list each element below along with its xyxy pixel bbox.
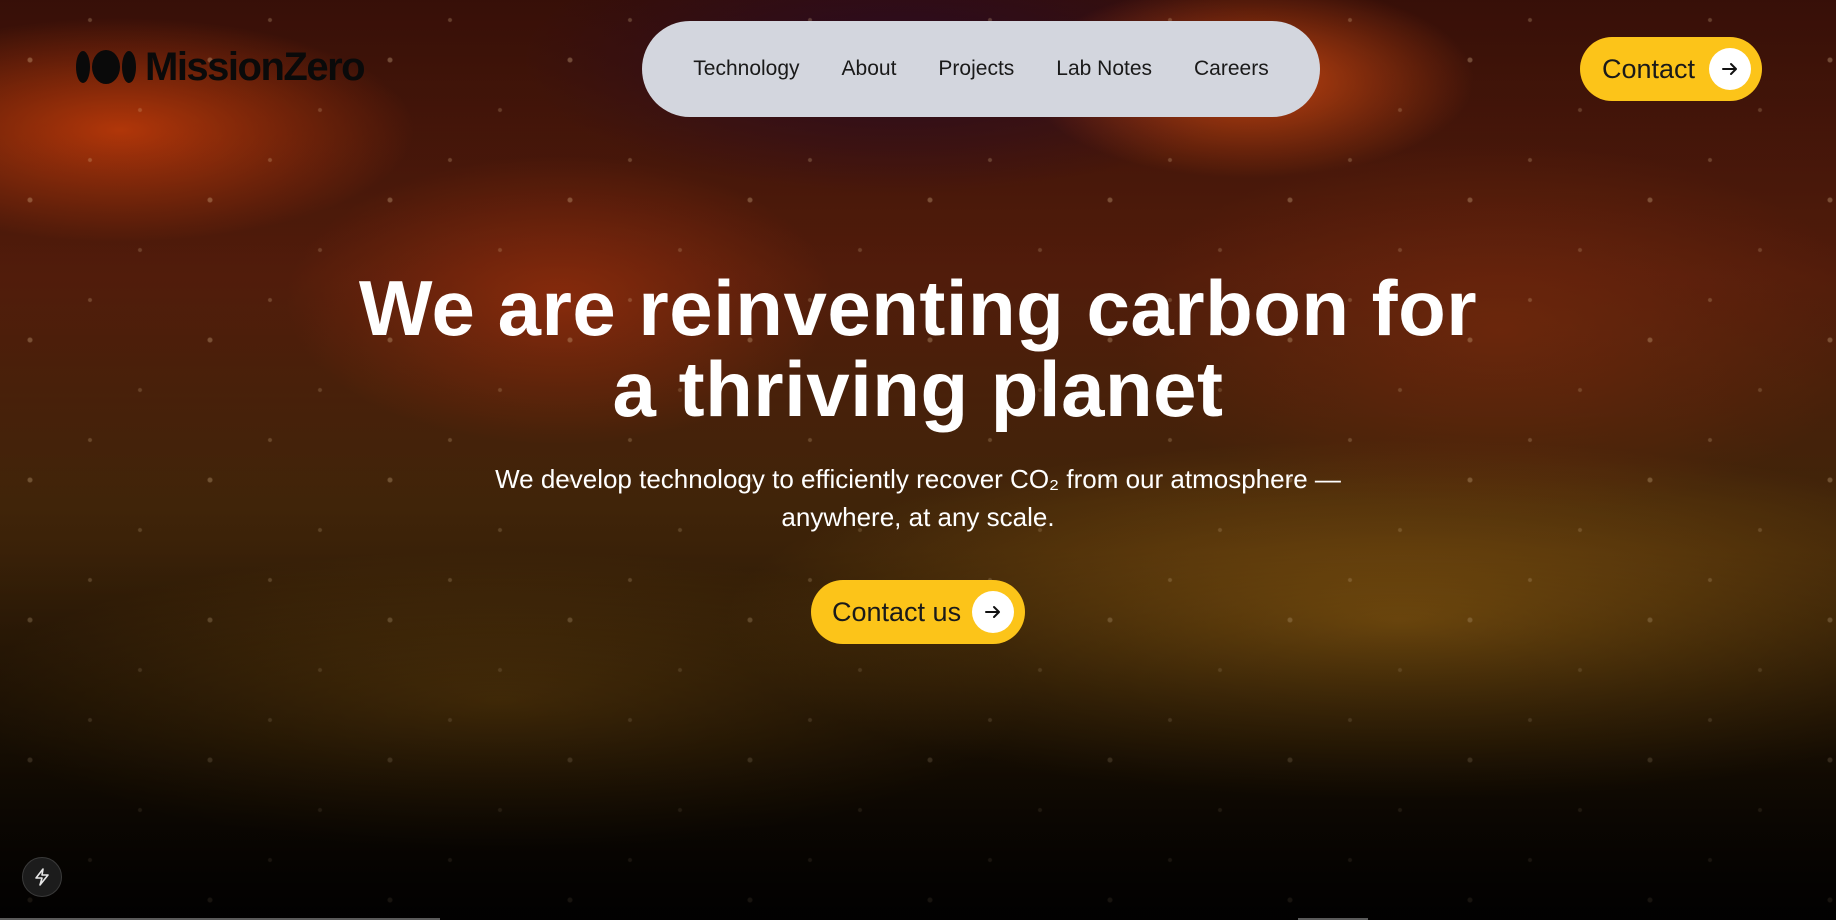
- header-contact-button[interactable]: Contact: [1580, 37, 1763, 101]
- nav-item-careers[interactable]: Careers: [1173, 57, 1290, 81]
- page: MissionZero Technology About Projects La…: [0, 0, 1836, 920]
- hero-subtitle: We develop technology to efficiently rec…: [468, 460, 1368, 536]
- arrow-right-icon: [1709, 48, 1752, 90]
- header-contact-label: Contact: [1602, 53, 1696, 84]
- hero-subtitle-line-1: We develop technology to efficiently rec…: [495, 464, 1341, 494]
- arrow-right-icon: [972, 591, 1014, 633]
- nav-item-projects[interactable]: Projects: [917, 57, 1035, 81]
- nav-item-lab-notes[interactable]: Lab Notes: [1035, 57, 1173, 81]
- brand-logo[interactable]: MissionZero: [75, 45, 366, 89]
- main-nav: Technology About Projects Lab Notes Care…: [642, 21, 1320, 117]
- hero-contact-us-button[interactable]: Contact us: [811, 580, 1025, 644]
- hero-contact-us-label: Contact us: [832, 596, 962, 627]
- nav-item-technology[interactable]: Technology: [672, 57, 820, 81]
- nav-item-about[interactable]: About: [821, 57, 918, 81]
- lightning-bolt-icon: [35, 868, 49, 886]
- hero-section: We are reinventing carbon for a thriving…: [0, 268, 1836, 644]
- hero-title-line-2: a thriving planet: [612, 345, 1224, 433]
- lightning-bolt-badge[interactable]: [22, 857, 62, 897]
- hero-title: We are reinventing carbon for a thriving…: [268, 268, 1568, 430]
- hero-title-line-1: We are reinventing carbon for: [358, 264, 1478, 352]
- hero-subtitle-line-2: anywhere, at any scale.: [781, 502, 1055, 532]
- brand-name: MissionZero: [145, 45, 366, 89]
- mission-zero-logo-icon: [76, 50, 136, 84]
